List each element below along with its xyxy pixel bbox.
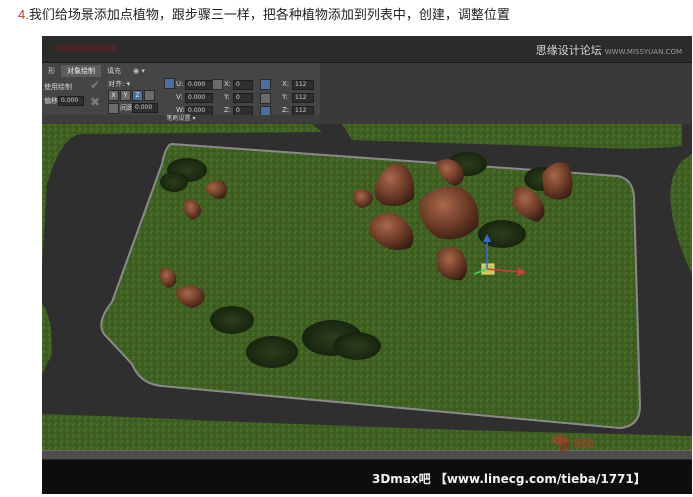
scale-x-input[interactable]: 112 bbox=[292, 80, 314, 90]
title-bar: 思缘设计论坛 WWW.MISSYUAN.COM bbox=[42, 36, 692, 63]
w-label: W: bbox=[176, 106, 185, 114]
check-icon[interactable]: ✔ bbox=[90, 78, 100, 92]
footer-text: 3Dmax吧 【www.linecg.com/tieba/1771】 bbox=[372, 472, 646, 486]
axis-z-button[interactable]: Z bbox=[132, 90, 143, 101]
use-paint-label: 使用绘制 bbox=[44, 83, 72, 91]
perspective-viewport[interactable] bbox=[42, 124, 692, 450]
rot-x-input[interactable]: 0 bbox=[233, 80, 253, 90]
tab-object-paint[interactable]: 对象绘制 bbox=[61, 65, 101, 77]
cross-icon[interactable]: ✖ bbox=[90, 95, 100, 109]
rotate-icon[interactable] bbox=[212, 79, 223, 90]
axis-x-button[interactable]: X bbox=[108, 90, 119, 101]
spacing-icon bbox=[108, 103, 119, 114]
scale-z-label: Z: bbox=[282, 106, 290, 114]
tab-fill[interactable]: 填充 bbox=[101, 65, 127, 77]
watermark-url: WWW.MISSYUAN.COM bbox=[604, 48, 682, 56]
ribbon-tabs: 形 对象绘制 填充 ◉ ▾ bbox=[42, 65, 320, 77]
scale-mode-icon[interactable] bbox=[260, 93, 271, 104]
forum-watermark: 思缘设计论坛 WWW.MISSYUAN.COM bbox=[536, 42, 682, 58]
watermark-text: 思缘设计论坛 bbox=[535, 44, 602, 57]
rot-y-input[interactable]: 0 bbox=[233, 93, 253, 103]
align-dropdown[interactable]: 对齐: ▾ bbox=[108, 79, 130, 89]
scale-lock-icon[interactable] bbox=[260, 79, 271, 90]
u-label: U: bbox=[176, 80, 184, 88]
ribbon-empty-area bbox=[320, 63, 692, 123]
axis-y-button[interactable]: Y bbox=[120, 90, 131, 101]
tab-extra-dropdown[interactable]: ◉ ▾ bbox=[127, 65, 151, 77]
site-logo-icon bbox=[550, 434, 594, 454]
paint-ribbon: 形 对象绘制 填充 ◉ ▾ 使用绘制 偏移: 0.000 ✔ ✖ 对齐: ▾ X… bbox=[42, 63, 320, 123]
rot-y-label: Y: bbox=[224, 93, 230, 101]
scale-x-label: X: bbox=[282, 80, 290, 88]
screenshot-3dsmax: 思缘设计论坛 WWW.MISSYUAN.COM 形 对象绘制 填充 ◉ ▾ 使用绘… bbox=[42, 36, 692, 494]
rot-x-label: X: bbox=[224, 80, 232, 88]
tab-shape[interactable]: 形 bbox=[42, 65, 61, 77]
blurred-title bbox=[56, 45, 116, 51]
footer-banner: 3Dmax吧 【www.linecg.com/tieba/1771】 bbox=[42, 460, 692, 494]
rot-z-label: Z: bbox=[224, 106, 232, 114]
uvw-icon bbox=[164, 78, 175, 89]
scene-render bbox=[42, 124, 692, 450]
scale-y-label: Y: bbox=[282, 93, 288, 101]
spacing-input[interactable]: 0.000 bbox=[132, 103, 158, 113]
u-input[interactable]: 0.000 bbox=[185, 80, 213, 90]
v-input[interactable]: 0.000 bbox=[185, 93, 213, 103]
scale-y-input[interactable]: 112 bbox=[292, 93, 314, 103]
step-caption: 4.我们给场景添加点植物，跟步骤三一样，把各种植物添加到列表中，创建，调整位置 bbox=[18, 4, 510, 23]
brush-settings-dropdown[interactable]: 笔刷设置 ▾ bbox=[42, 115, 320, 123]
flip-icon[interactable] bbox=[144, 90, 155, 101]
v-label: V: bbox=[176, 93, 183, 101]
offset-input[interactable]: 0.000 bbox=[58, 96, 84, 106]
step-text: 我们给场景添加点植物，跟步骤三一样，把各种植物添加到列表中，创建，调整位置 bbox=[28, 8, 510, 23]
step-number: 4. bbox=[18, 7, 29, 22]
